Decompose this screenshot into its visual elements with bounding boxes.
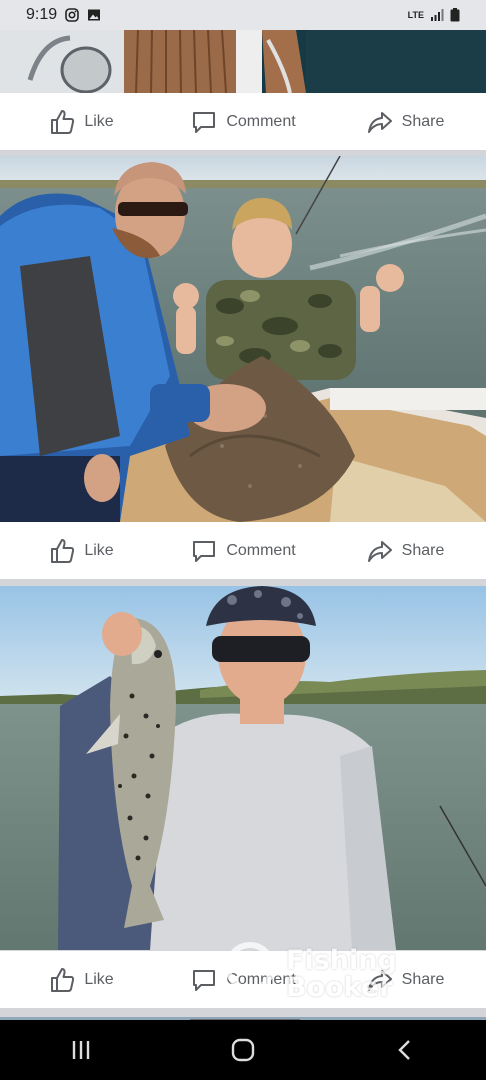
post-actions-2: Like Comment Share [0, 522, 486, 579]
comment-label: Comment [226, 970, 296, 988]
share-label: Share [401, 970, 445, 988]
share-label: Share [401, 541, 445, 559]
share-button[interactable]: Share [324, 108, 486, 136]
post-actions-1: Like Comment Share [0, 93, 486, 150]
gallery-icon [88, 9, 101, 21]
like-button[interactable]: Like [0, 108, 162, 136]
recent-apps-icon[interactable] [68, 1037, 94, 1063]
home-icon[interactable] [230, 1037, 256, 1063]
share-icon [367, 540, 392, 562]
comment-button[interactable]: Comment [162, 966, 324, 994]
network-type: LTE [407, 10, 424, 20]
share-label: Share [401, 112, 445, 130]
comment-button[interactable]: Comment [162, 537, 324, 565]
comment-label: Comment [226, 112, 296, 130]
comment-button[interactable]: Comment [162, 108, 324, 136]
next-post-peek [0, 1012, 486, 1020]
like-label: Like [84, 970, 114, 988]
thumbs-up-icon [51, 538, 75, 563]
instagram-icon [65, 8, 79, 22]
system-navigation-bar [0, 1020, 486, 1080]
post-photo-boat-deck[interactable] [0, 30, 486, 93]
comment-label: Comment [226, 541, 296, 559]
like-label: Like [84, 541, 114, 559]
comment-icon [193, 540, 216, 562]
signal-icon [431, 9, 444, 21]
post-photo-stingray[interactable] [0, 156, 486, 522]
share-button[interactable]: Share [324, 966, 486, 994]
share-icon [367, 969, 392, 991]
share-icon [367, 111, 392, 133]
comment-icon [193, 111, 216, 133]
status-bar: 9:19 LTE [0, 0, 486, 30]
like-label: Like [84, 112, 114, 130]
like-button[interactable]: Like [0, 537, 162, 565]
back-icon[interactable] [392, 1037, 418, 1063]
like-button[interactable]: Like [0, 966, 162, 994]
post-actions-3: Like Comment Share [0, 951, 486, 1008]
status-time: 9:19 [26, 6, 58, 23]
thumbs-up-icon [51, 967, 75, 992]
share-button[interactable]: Share [324, 537, 486, 565]
post-photo-trout[interactable] [0, 586, 486, 950]
comment-icon [193, 969, 216, 991]
battery-icon [450, 8, 460, 22]
thumbs-up-icon [51, 109, 75, 134]
